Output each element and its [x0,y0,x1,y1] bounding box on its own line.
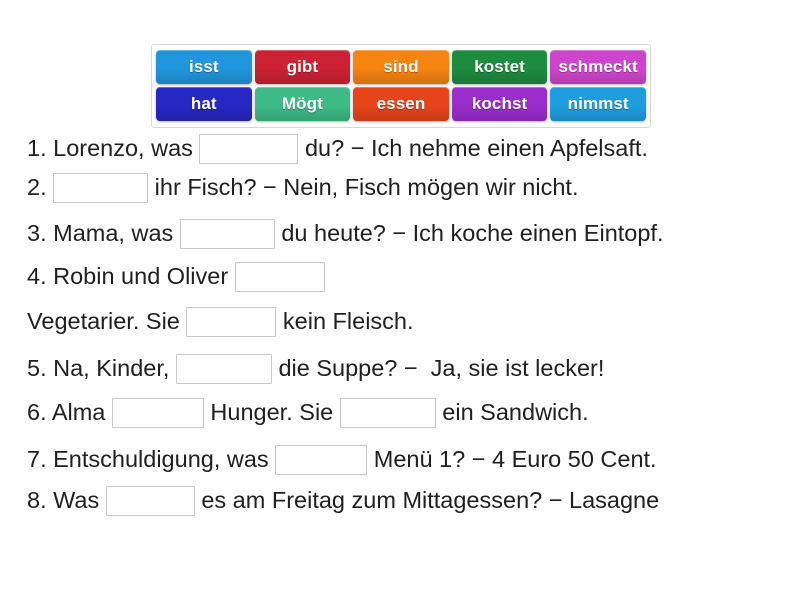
line-8: 7. Entschuldigung, was Menü 1? − 4 Euro … [27,445,657,475]
word-tile-schmeckt[interactable]: schmeckt [550,50,646,84]
word-tile-isst[interactable]: isst [156,50,252,84]
sentence-text: ihr Fisch? − Nein, Fisch mögen wir nicht… [148,174,579,201]
word-tile-sind[interactable]: sind [353,50,449,84]
word-bank-row: isst gibt sind kostet schmeckt [156,50,646,84]
sentence-text: 7. Entschuldigung, was [27,446,276,473]
sentence-text: 5. Na, Kinder, [27,355,176,382]
sentence-text: ein Sandwich. [435,399,589,426]
line-6: 5. Na, Kinder, die Suppe? − Ja, sie ist … [27,354,604,384]
answer-blank-line-1-1[interactable] [199,134,299,164]
answer-blank-line-6-1[interactable] [175,354,272,384]
line-4: 4. Robin und Oliver [27,262,325,292]
line-9: 8. Was es am Freitag zum Mittagessen? − … [27,486,659,516]
sentence-text: kein Fleisch. [276,308,414,335]
sentence-text: es am Freitag zum Mittagessen? − Lasagne [194,487,660,514]
line-3: 3. Mama, was du heute? − Ich koche einen… [27,219,664,249]
sentence-text: Vegetarier. Sie [27,308,187,335]
word-tile-gibt[interactable]: gibt [254,50,351,84]
answer-blank-line-5-1[interactable] [186,307,277,337]
answer-blank-line-4-1[interactable] [234,262,325,292]
answer-blank-line-7-1[interactable] [111,398,204,428]
word-bank-row: hat Mögt essen kochst nimmst [156,87,646,121]
sentence-text: 1. Lorenzo, was [27,135,200,162]
answer-blank-line-8-1[interactable] [275,445,368,475]
sentence-text: 6. Alma [27,399,112,426]
line-7: 6. Alma Hunger. Sie ein Sandwich. [27,398,589,428]
sentence-text: du heute? − Ich koche einen Eintopf. [274,220,664,247]
exercise-page: isst gibt sind kostet schmeckt hat Mögt essen ko… [0,0,800,600]
answer-blank-line-7-2[interactable] [339,398,436,428]
sentence-text: 4. Robin und Oliver [27,263,235,290]
sentence-text: 2. [27,174,54,201]
word-tile-mögt[interactable]: Mögt [254,87,351,121]
word-tile-kostet[interactable]: kostet [451,50,548,84]
answer-blank-line-2-1[interactable] [53,173,149,203]
sentence-text: 3. Mama, was [27,220,180,247]
sentence-text: Hunger. Sie [203,399,340,426]
line-1: 1. Lorenzo, was du? − Ich nehme einen Ap… [27,134,648,164]
word-tile-kochst[interactable]: kochst [451,87,548,121]
answer-blank-line-3-1[interactable] [179,219,275,249]
answer-blank-line-9-1[interactable] [105,486,195,516]
sentence-text: Menü 1? − 4 Euro 50 Cent. [367,446,657,473]
sentence-text: du? − Ich nehme einen Apfelsaft. [298,135,648,162]
sentence-text: die Suppe? − Ja, sie ist lecker! [271,355,605,382]
word-tile-hat[interactable]: hat [156,87,252,121]
sentence-text: 8. Was [27,487,106,514]
line-2: 2. ihr Fisch? − Nein, Fisch mögen wir ni… [27,173,578,203]
word-tile-essen[interactable]: essen [353,87,449,121]
line-5: Vegetarier. Sie kein Fleisch. [27,307,414,337]
word-bank: isst gibt sind kostet schmeckt hat Mögt essen ko… [151,44,651,128]
word-tile-nimmst[interactable]: nimmst [550,87,646,121]
